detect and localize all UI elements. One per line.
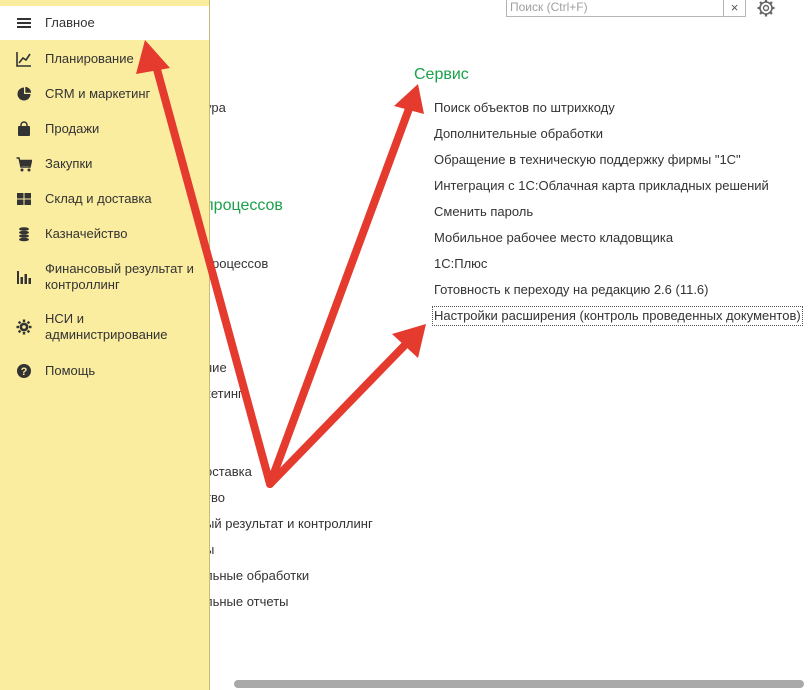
service-link-tech-support[interactable]: Обращение в техническую поддержку фирмы … [434,152,741,168]
sidebar-item-label: Продажи [45,121,100,136]
sidebar-item-label: Склад и доставка [45,191,152,206]
sidebar-item-label: НСИ и администрирование [45,311,168,342]
sidebar-item-label: Главное [45,15,95,30]
shopping-bag-icon [18,121,30,136]
section-link-fragment[interactable]: ый результат и контроллинг [205,516,373,531]
section-link-fragment[interactable]: льные отчеты [205,594,289,609]
service-link-additional-processing[interactable]: Дополнительные обработки [434,126,603,142]
sidebar-item-nsi-admin[interactable]: НСИ и администрирование [0,310,209,344]
planning-chart-icon [16,52,31,67]
sidebar-item-sales[interactable]: Продажи [0,120,209,138]
sidebar-item-label: CRM и маркетинг [45,86,151,101]
service-link-barcode-search[interactable]: Поиск объектов по штрихкоду [434,100,615,116]
service-link-mobile-storekeeper[interactable]: Мобильное рабочее место кладовщика [434,230,673,246]
sidebar-item-financial-result[interactable]: Финансовый результат и контроллинг [0,260,209,294]
pie-chart-icon [17,86,32,101]
section-link-fragment[interactable]: льные обработки [205,568,309,583]
sidebar-item-label: Закупки [45,156,93,171]
svg-text:?: ? [21,366,28,378]
gear-icon [16,319,32,335]
coins-icon [19,227,29,242]
section-link-fragment[interactable]: кетинг [205,386,243,401]
service-link-1c-plus[interactable]: 1С:Плюс [434,256,487,272]
sidebar-item-treasury[interactable]: Казначейство [0,225,209,243]
service-link-extension-settings[interactable]: Настройки расширения (контроль проведенн… [432,306,803,326]
sidebar-item-planning[interactable]: Планирование [0,50,209,68]
shopping-cart-icon [16,157,32,172]
section-link-fragment[interactable]: оставка [205,464,252,479]
service-link-change-password[interactable]: Сменить пароль [434,204,533,220]
sidebar-item-purchases[interactable]: Закупки [0,155,209,173]
section-link-fragment[interactable]: процессов [205,256,268,271]
hamburger-icon [17,18,31,28]
sidebar-item-label: Казначейство [45,226,128,241]
service-section-title: Сервис [414,66,469,83]
horizontal-scrollbar[interactable] [230,677,812,690]
warehouse-grid-icon [17,193,31,205]
sidebar-item-crm[interactable]: CRM и маркетинг [0,85,209,103]
sidebar-item-warehouse[interactable]: Склад и доставка [0,190,209,208]
scrollbar-thumb[interactable] [234,680,804,688]
sidebar-item-label: Планирование [45,51,134,66]
bar-chart-icon [17,271,31,284]
service-link-readiness-2-6[interactable]: Готовность к переходу на редакцию 2.6 (1… [434,282,709,298]
sidebar-item-label: Финансовый результат и контроллинг [45,261,194,292]
service-link-cloud-map-integration[interactable]: Интеграция с 1С:Облачная карта прикладны… [434,178,769,194]
sections-sidebar: Главное Планирование CRM и маркетинг Про… [0,0,210,690]
help-icon: ? [17,364,31,378]
sidebar-item-label: Помощь [45,363,96,378]
section-heading-fragment: процессов [205,197,283,214]
sidebar-item-help[interactable]: ? Помощь [0,362,209,380]
sidebar-item-main[interactable]: Главное [0,6,209,40]
